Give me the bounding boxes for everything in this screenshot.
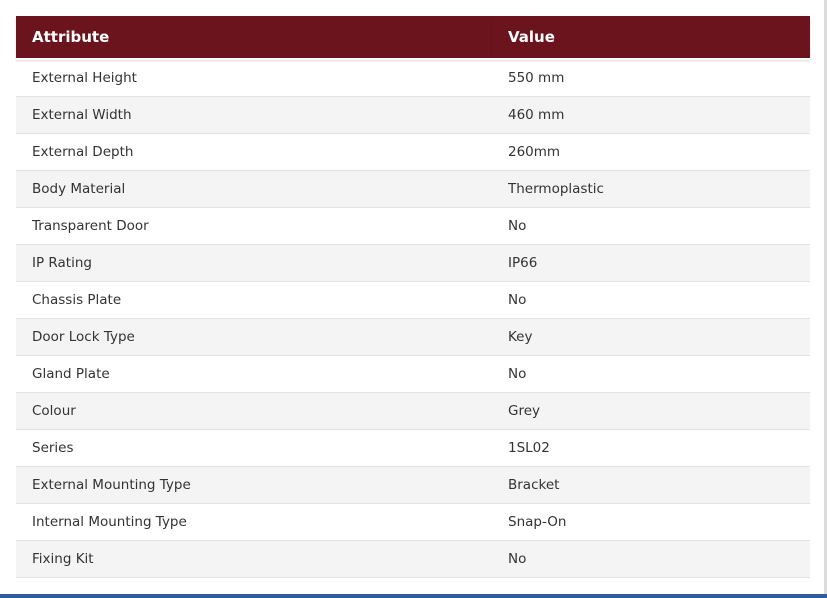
specifications-table: Attribute Value External Height 550 mm E… bbox=[16, 16, 810, 578]
value-column-header: Value bbox=[492, 16, 810, 60]
value-cell: 1SL02 bbox=[492, 429, 810, 467]
value-cell: No bbox=[492, 355, 810, 393]
table-header-row: Attribute Value bbox=[16, 16, 810, 60]
value-cell: Key bbox=[492, 318, 810, 356]
value-cell: Grey bbox=[492, 392, 810, 430]
attribute-cell: Transparent Door bbox=[16, 207, 492, 245]
value-cell: 260mm bbox=[492, 133, 810, 171]
attribute-cell: External Height bbox=[16, 59, 492, 97]
attribute-cell: Door Lock Type bbox=[16, 318, 492, 356]
bottom-accent-bar bbox=[0, 594, 827, 598]
attribute-cell: Chassis Plate bbox=[16, 281, 492, 319]
table-row: External Width 460 mm bbox=[16, 96, 810, 134]
table-row: External Depth 260mm bbox=[16, 133, 810, 171]
attribute-column-header: Attribute bbox=[16, 16, 492, 60]
page: Attribute Value External Height 550 mm E… bbox=[0, 0, 827, 598]
value-cell: Thermoplastic bbox=[492, 170, 810, 208]
table-row: Fixing Kit No bbox=[16, 540, 810, 578]
attribute-cell: Series bbox=[16, 429, 492, 467]
table-row: External Mounting Type Bracket bbox=[16, 466, 810, 504]
value-cell: No bbox=[492, 540, 810, 578]
table-row: IP Rating IP66 bbox=[16, 244, 810, 282]
value-cell: No bbox=[492, 281, 810, 319]
table-row: Door Lock Type Key bbox=[16, 318, 810, 356]
attribute-cell: Fixing Kit bbox=[16, 540, 492, 578]
table-body: External Height 550 mm External Width 46… bbox=[16, 59, 810, 578]
table-row: Series 1SL02 bbox=[16, 429, 810, 467]
table-row: External Height 550 mm bbox=[16, 59, 810, 97]
attribute-cell: External Depth bbox=[16, 133, 492, 171]
attribute-cell: IP Rating bbox=[16, 244, 492, 282]
table-row: Body Material Thermoplastic bbox=[16, 170, 810, 208]
table-row: Internal Mounting Type Snap-On bbox=[16, 503, 810, 541]
attribute-cell: Internal Mounting Type bbox=[16, 503, 492, 541]
value-cell: IP66 bbox=[492, 244, 810, 282]
value-cell: Bracket bbox=[492, 466, 810, 504]
table-row: Colour Grey bbox=[16, 392, 810, 430]
value-cell: No bbox=[492, 207, 810, 245]
value-cell: 550 mm bbox=[492, 59, 810, 97]
table-row: Chassis Plate No bbox=[16, 281, 810, 319]
table-row: Gland Plate No bbox=[16, 355, 810, 393]
attribute-cell: External Width bbox=[16, 96, 492, 134]
attribute-cell: Colour bbox=[16, 392, 492, 430]
value-cell: 460 mm bbox=[492, 96, 810, 134]
table-row: Transparent Door No bbox=[16, 207, 810, 245]
value-cell: Snap-On bbox=[492, 503, 810, 541]
attribute-cell: Gland Plate bbox=[16, 355, 492, 393]
attribute-cell: Body Material bbox=[16, 170, 492, 208]
attribute-cell: External Mounting Type bbox=[16, 466, 492, 504]
table-header: Attribute Value bbox=[16, 16, 810, 60]
